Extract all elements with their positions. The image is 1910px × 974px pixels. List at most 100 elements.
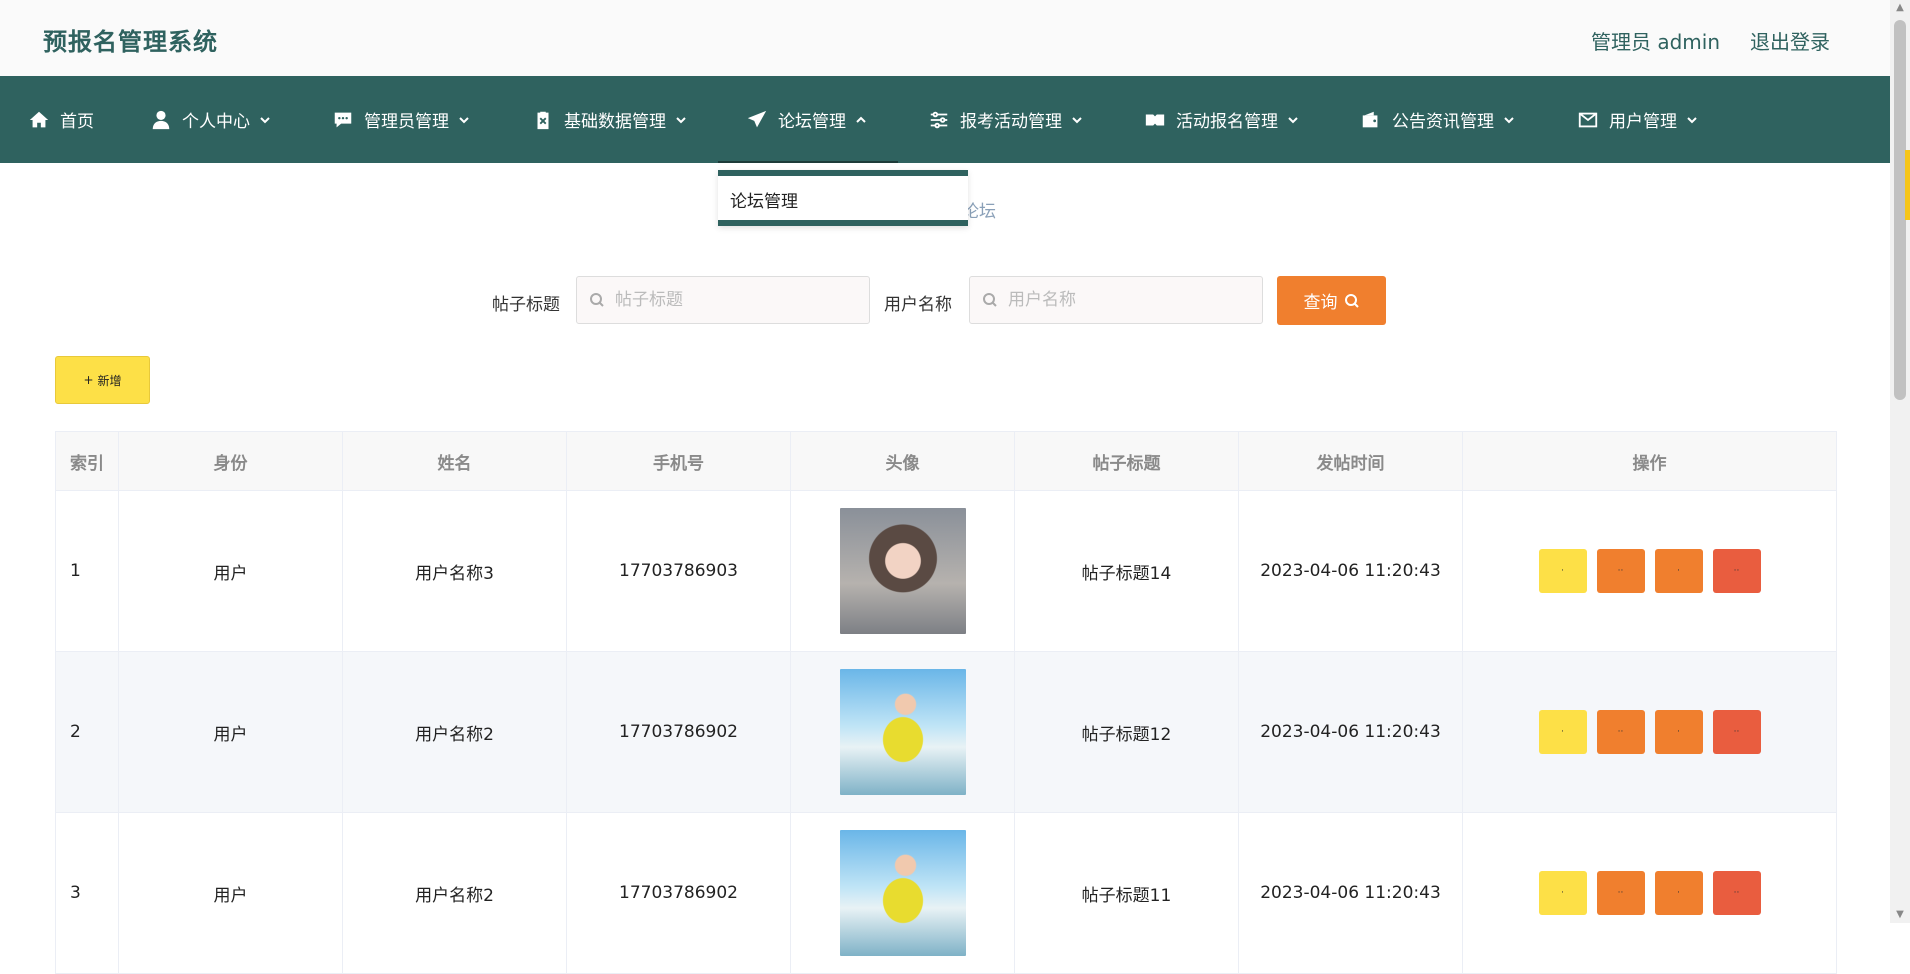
active-nav-underline [718,161,898,163]
cell-index: 1 [55,490,119,652]
cell-index: 3 [55,812,119,974]
clipboard-icon [532,109,554,131]
wallet-icon [1360,109,1382,131]
forum-table: 索引 身份 姓名 手机号 头像 帖子标题 发帖时间 操作 1 用户 用户名称3 … [55,431,1837,974]
reply-button[interactable]: · [1654,549,1703,593]
cell-phone: 17703786903 [566,490,791,652]
column-header-name[interactable]: 姓名 [342,431,567,491]
reply-button[interactable]: · [1654,710,1703,754]
delete-button[interactable]: ·· [1712,549,1761,593]
home-icon [28,109,50,131]
view-button[interactable]: · [1538,871,1587,915]
search-icon [982,292,1006,308]
post-title-label: 帖子标题 [492,295,560,315]
edit-button[interactable]: ·· [1596,549,1645,593]
search-icon [589,292,613,308]
cell-post-title: 帖子标题11 [1014,812,1239,974]
post-title-input[interactable] [613,289,857,311]
view-button[interactable]: · [1538,549,1587,593]
view-button[interactable]: · [1538,710,1587,754]
nav-item-activity-signup[interactable]: 活动报名管理 [1144,76,1299,163]
column-header-phone[interactable]: 手机号 [566,431,791,491]
cell-name: 用户名称2 [342,651,567,813]
cell-name: 用户名称2 [342,812,567,974]
send-icon [746,109,768,131]
chevron-up-icon [855,114,867,126]
cell-role: 用户 [118,490,343,652]
nav-label-activity-signup: 活动报名管理 [1176,112,1278,132]
table-header-row: 索引 身份 姓名 手机号 头像 帖子标题 发帖时间 操作 [55,431,1837,491]
query-button[interactable]: 查询 [1277,276,1386,325]
nav-item-basic-data[interactable]: 基础数据管理 [532,76,687,163]
cell-avatar [790,651,1015,813]
chevron-down-icon [458,114,470,126]
current-user-label[interactable]: 管理员 admin [1591,26,1720,55]
chevron-down-icon [259,114,271,126]
sliders-icon [928,109,950,131]
nav-item-user-management[interactable]: 用户管理 [1577,76,1698,163]
cell-post-title: 帖子标题12 [1014,651,1239,813]
chevron-down-icon [1503,114,1515,126]
cell-avatar [790,812,1015,974]
scroll-up-arrow-icon[interactable]: ▲ [1894,2,1906,14]
add-button-label: 新增 [97,373,122,388]
edit-button[interactable]: ·· [1596,710,1645,754]
nav-item-forum[interactable]: 论坛管理 [746,76,867,163]
column-header-index[interactable]: 索引 [55,431,119,491]
nav-item-announcements[interactable]: 公告资讯管理 [1360,76,1515,163]
top-bar: 预报名管理系统 管理员 admin 退出登录 [0,0,1890,77]
nav-item-home[interactable]: 首页 [28,76,94,163]
side-tab[interactable] [1905,150,1910,220]
delete-button[interactable]: ·· [1712,710,1761,754]
cell-post-time: 2023-04-06 11:20:43 [1238,812,1463,974]
nav-item-personal-center[interactable]: 个人中心 [150,76,271,163]
ticket-icon [1144,109,1166,131]
nav-label-forum: 论坛管理 [778,112,846,132]
cell-role: 用户 [118,812,343,974]
dropdown-item-forum-management[interactable]: 论坛管理 [730,187,798,212]
chat-icon [332,109,354,131]
nav-label-exam-activity: 报考活动管理 [960,112,1062,132]
nav-item-admin-management[interactable]: 管理员管理 [332,76,470,163]
edit-button[interactable]: ·· [1596,871,1645,915]
cell-post-title: 帖子标题14 [1014,490,1239,652]
column-header-avatar[interactable]: 头像 [790,431,1015,491]
cell-avatar [790,490,1015,652]
nav-label-admin-management: 管理员管理 [364,112,449,132]
logout-link[interactable]: 退出登录 [1750,26,1830,55]
chevron-down-icon [675,114,687,126]
user-icon [150,109,172,131]
avatar[interactable] [839,669,966,795]
cell-index: 2 [55,651,119,813]
user-name-input[interactable] [1006,289,1250,311]
reply-button[interactable]: · [1654,871,1703,915]
column-header-role[interactable]: 身份 [118,431,343,491]
column-header-post-title[interactable]: 帖子标题 [1014,431,1239,491]
table-row[interactable]: 1 用户 用户名称3 17703786903 帖子标题14 2023-04-06… [55,490,1837,652]
nav-label-user-management: 用户管理 [1609,112,1677,132]
top-right-links: 管理员 admin 退出登录 [1591,26,1830,55]
delete-button[interactable]: ·· [1712,871,1761,915]
cell-actions: · ·· · ·· [1462,812,1837,974]
column-header-post-time[interactable]: 发帖时间 [1238,431,1463,491]
avatar[interactable] [839,830,966,956]
cell-post-time: 2023-04-06 11:20:43 [1238,651,1463,813]
add-button[interactable]: + 新增 [55,356,150,404]
chevron-down-icon [1071,114,1083,126]
cell-actions: · ·· · ·· [1462,490,1837,652]
user-name-label: 用户名称 [884,295,952,315]
mail-icon [1577,109,1599,131]
scroll-down-arrow-icon[interactable]: ▼ [1894,909,1906,921]
post-title-field[interactable] [576,276,870,324]
nav-item-exam-activity[interactable]: 报考活动管理 [928,76,1083,163]
page-scrollbar[interactable]: ▲ ▼ [1890,0,1910,923]
cell-actions: · ·· · ·· [1462,651,1837,813]
table-row[interactable]: 2 用户 用户名称2 17703786902 帖子标题12 2023-04-06… [55,651,1837,813]
plus-icon: + [83,373,94,387]
user-name-field[interactable] [969,276,1263,324]
avatar[interactable] [839,508,966,634]
table-row[interactable]: 3 用户 用户名称2 17703786902 帖子标题11 2023-04-06… [55,812,1837,974]
search-icon [1344,293,1360,309]
search-bar: 帖子标题 用户名称 查询 [0,276,1890,326]
column-header-actions: 操作 [1462,431,1837,491]
